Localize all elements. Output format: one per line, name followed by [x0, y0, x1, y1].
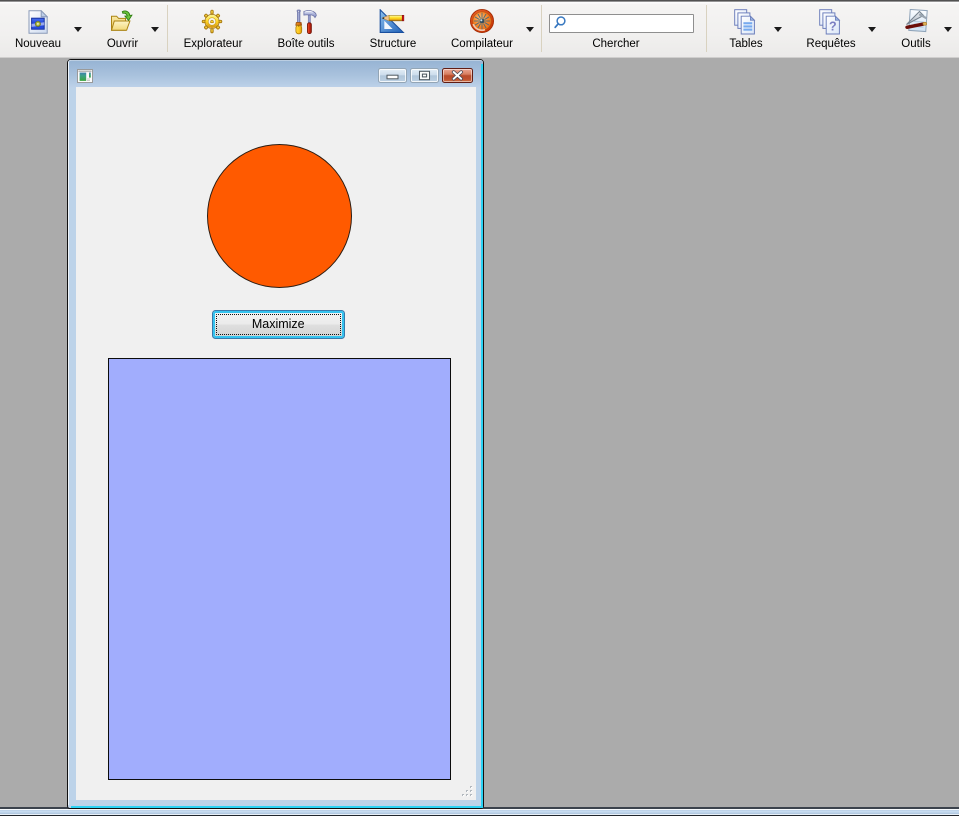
svg-text:?: ? — [829, 20, 837, 34]
